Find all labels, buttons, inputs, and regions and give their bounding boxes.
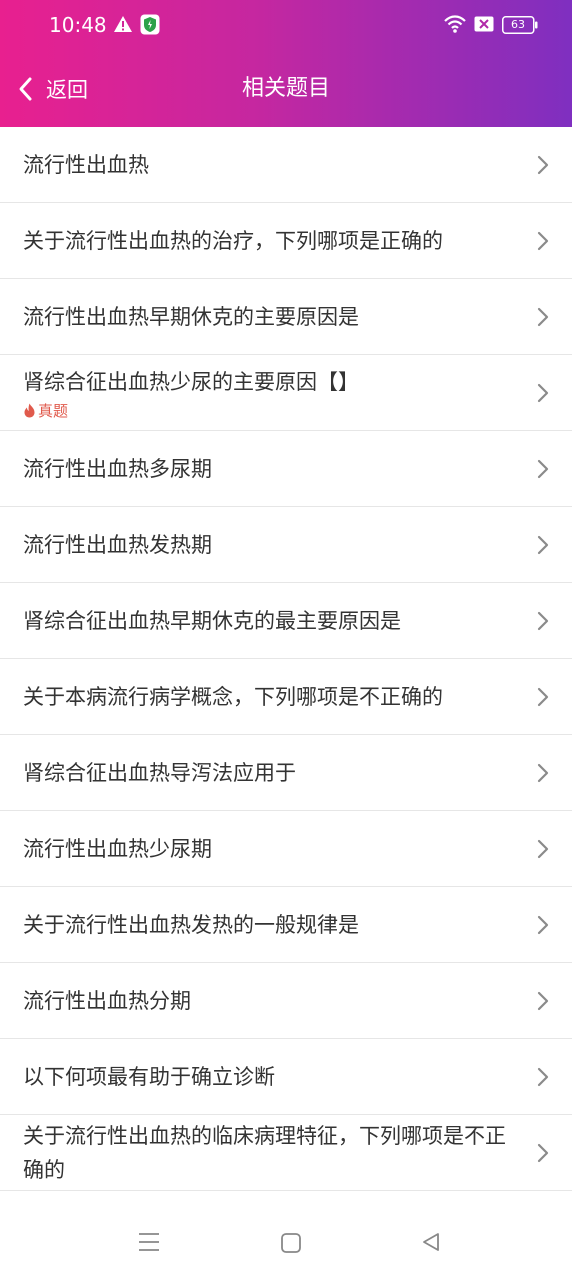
list-item[interactable]: 流行性出血热早期休克的主要原因是	[0, 279, 572, 355]
question-list: 流行性出血热 关于流行性出血热的治疗，下列哪项是正确的 流行性出血热早期休克的主…	[0, 127, 572, 1191]
list-item[interactable]: 关于流行性出血热的临床病理特征，下列哪项是不正确的	[0, 1115, 572, 1191]
chevron-right-icon	[537, 1067, 549, 1086]
chevron-right-icon	[537, 687, 549, 706]
list-item[interactable]: 肾综合征出血热少尿的主要原因【】 真题	[0, 355, 572, 431]
warning-icon	[114, 16, 132, 32]
chevron-right-icon	[537, 915, 549, 934]
list-item-label: 流行性出血热发热期	[23, 532, 212, 557]
list-item[interactable]: 流行性出血热	[0, 127, 572, 203]
list-item[interactable]: 肾综合征出血热导泻法应用于	[0, 735, 572, 811]
list-item-label: 流行性出血热多尿期	[23, 456, 212, 481]
chevron-right-icon	[537, 1143, 549, 1162]
home-icon[interactable]	[280, 1232, 302, 1254]
list-item-label: 关于本病流行病学概念，下列哪项是不正确的	[23, 684, 443, 709]
chevron-right-icon	[537, 991, 549, 1010]
nav-bar: 返回 相关题目	[0, 52, 572, 127]
status-time: 10:48	[49, 13, 107, 37]
list-item-label: 关于流行性出血热发热的一般规律是	[23, 912, 359, 937]
list-item-label: 流行性出血热	[23, 152, 149, 177]
exam-badge: 真题	[23, 401, 503, 421]
chevron-right-icon	[537, 839, 549, 858]
app-header: 10:48 63 返回 相关题目	[0, 0, 572, 127]
back-triangle-icon[interactable]	[420, 1231, 442, 1253]
chevron-right-icon	[537, 763, 549, 782]
list-item-label: 关于流行性出血热的临床病理特征，下列哪项是不正确的	[23, 1123, 506, 1182]
list-item[interactable]: 流行性出血热少尿期	[0, 811, 572, 887]
list-item-label: 肾综合征出血热早期休克的最主要原因是	[23, 608, 401, 633]
chevron-right-icon	[537, 155, 549, 174]
list-item-label: 以下何项最有助于确立诊断	[23, 1064, 275, 1089]
wifi-icon	[444, 15, 466, 33]
battery-level: 63	[511, 18, 525, 31]
list-item-content: 肾综合征出血热少尿的主要原因【】 真题	[23, 365, 503, 421]
exam-badge-label: 真题	[38, 401, 69, 420]
list-item[interactable]: 关于流行性出血热的治疗，下列哪项是正确的	[0, 203, 572, 279]
list-item[interactable]: 流行性出血热发热期	[0, 507, 572, 583]
shield-icon	[140, 14, 160, 35]
menu-icon[interactable]	[137, 1231, 161, 1253]
list-item[interactable]: 流行性出血热分期	[0, 963, 572, 1039]
list-item-label: 肾综合征出血热少尿的主要原因【】	[23, 369, 359, 394]
list-item[interactable]: 流行性出血热多尿期	[0, 431, 572, 507]
list-item-label: 流行性出血热少尿期	[23, 836, 212, 861]
no-sim-icon	[474, 16, 494, 32]
list-item[interactable]: 肾综合征出血热早期休克的最主要原因是	[0, 583, 572, 659]
list-item[interactable]: 以下何项最有助于确立诊断	[0, 1039, 572, 1115]
chevron-right-icon	[537, 535, 549, 554]
chevron-right-icon	[537, 383, 549, 402]
chevron-right-icon	[537, 231, 549, 250]
page-title: 相关题目	[241, 76, 330, 101]
list-item-label: 肾综合征出血热导泻法应用于	[23, 760, 296, 785]
list-item-label: 流行性出血热分期	[23, 988, 191, 1013]
chevron-right-icon	[537, 611, 549, 630]
list-item[interactable]: 关于本病流行病学概念，下列哪项是不正确的	[0, 659, 572, 735]
list-item[interactable]: 关于流行性出血热发热的一般规律是	[0, 887, 572, 963]
status-bar: 10:48 63	[0, 0, 572, 52]
list-item-label: 关于流行性出血热的治疗，下列哪项是正确的	[23, 228, 443, 253]
chevron-right-icon	[537, 307, 549, 326]
fire-icon	[24, 403, 35, 418]
list-item-label: 流行性出血热早期休克的主要原因是	[23, 304, 359, 329]
system-nav-bar	[0, 1195, 572, 1280]
chevron-right-icon	[537, 459, 549, 478]
